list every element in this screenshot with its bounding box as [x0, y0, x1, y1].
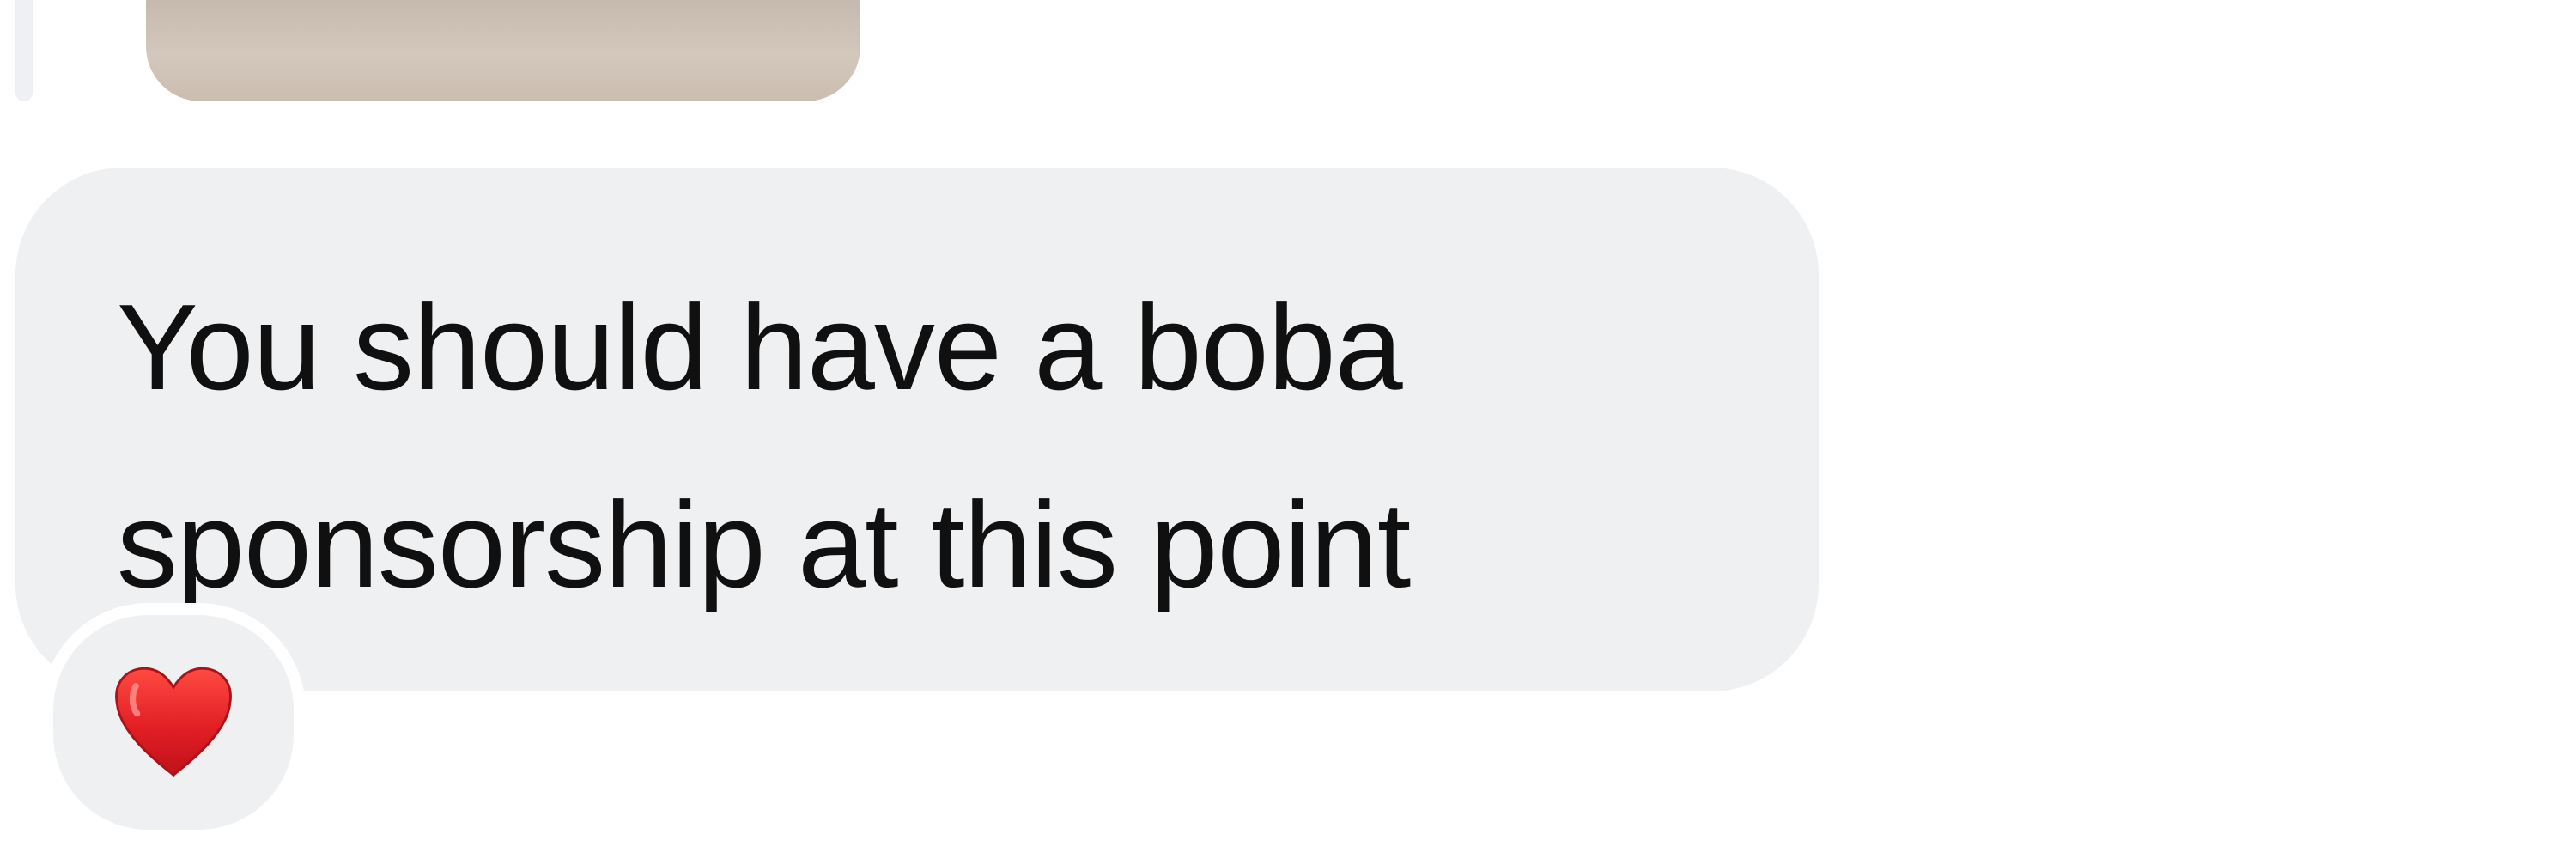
- incoming-message-bubble[interactable]: You should have a boba sponsorship at th…: [15, 168, 1819, 691]
- red-heart-icon: [115, 667, 232, 777]
- message-thread: You should have a boba sponsorship at th…: [0, 0, 2576, 859]
- photo-message-preview[interactable]: [146, 0, 860, 101]
- photo-shade: [146, 41, 860, 101]
- reply-thread-line: [15, 0, 33, 101]
- message-text: You should have a boba sponsorship at th…: [117, 279, 1411, 613]
- reaction-badge[interactable]: [41, 603, 306, 842]
